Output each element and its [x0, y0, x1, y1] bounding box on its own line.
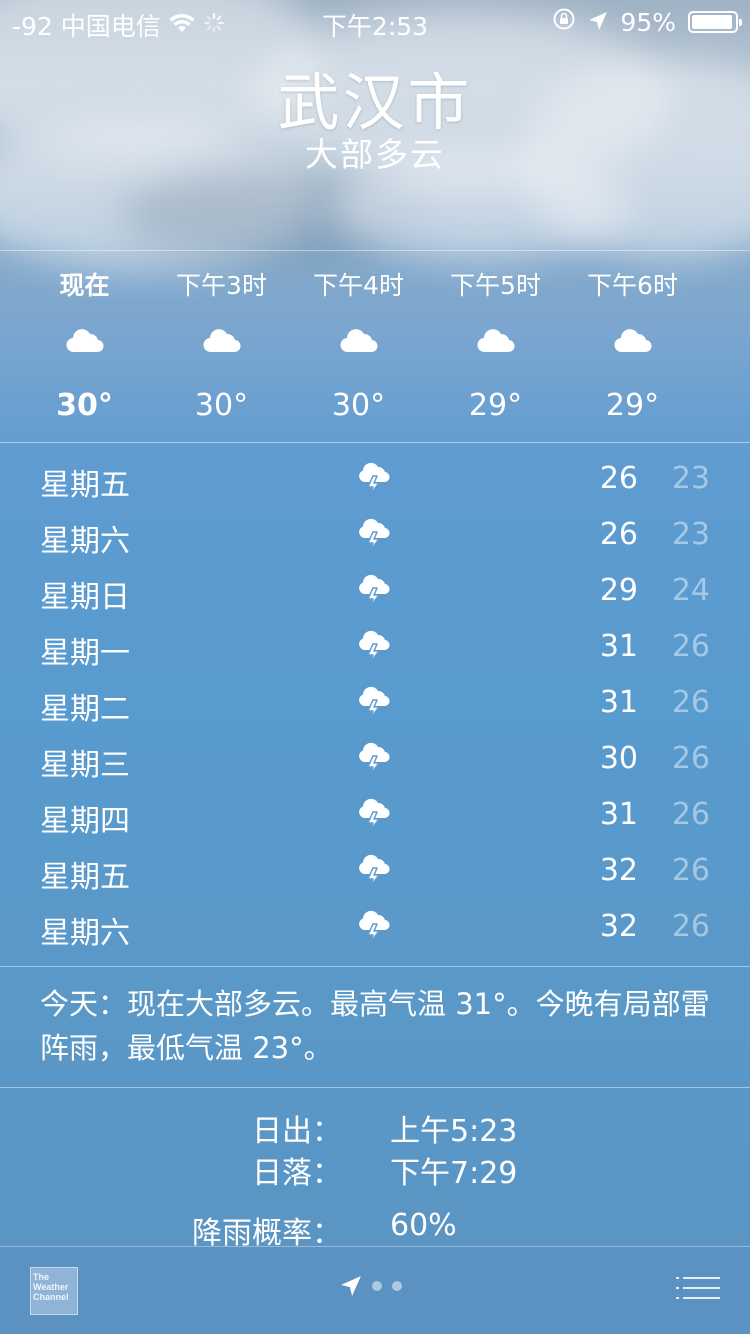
high-temp: 32	[599, 909, 638, 944]
day-name: 星期六	[40, 524, 130, 559]
hour-label: 下	[701, 266, 750, 302]
day-name: 星期五	[40, 468, 130, 503]
hour-label: 下午5时	[450, 271, 541, 300]
hour-temp: 30°	[56, 388, 113, 423]
high-temp: 30	[599, 741, 638, 776]
day-name: 星期六	[40, 916, 130, 951]
hourly-item: 下午3时 30°	[153, 252, 290, 442]
daily-row: 星期日 29 24	[0, 562, 750, 618]
sunset-value: 下午7:29	[390, 1156, 518, 1191]
daily-row: 星期六 26 23	[0, 506, 750, 562]
cloud-icon	[613, 326, 653, 358]
hourly-item: 下午4时 30°	[290, 252, 427, 442]
hourly-forecast[interactable]: 现在30°下午3时30°下午4时30°下午5时29°下午6时29°下2	[0, 252, 750, 442]
low-temp: 26	[671, 685, 710, 720]
divider	[0, 1087, 750, 1088]
low-temp: 26	[671, 629, 710, 664]
high-temp: 31	[599, 797, 638, 832]
low-temp: 26	[671, 853, 710, 888]
thunderstorm-icon	[356, 854, 392, 892]
sunrise-label: 日出：	[252, 1114, 342, 1149]
daily-row: 星期一 31 26	[0, 618, 750, 674]
hour-label: 下午6时	[587, 271, 678, 300]
battery-icon	[688, 11, 742, 33]
high-temp: 29	[599, 573, 638, 608]
day-name: 星期日	[40, 580, 130, 615]
hour-label: 下午4时	[313, 271, 404, 300]
today-summary: 今天：现在大部多云。最高气温 31°。今晚有局部雷阵雨，最低气温 23°。	[40, 987, 710, 1065]
high-temp: 32	[599, 853, 638, 888]
rain-chance-value: 60%	[390, 1208, 457, 1243]
high-temp: 31	[599, 685, 638, 720]
page-dot[interactable]	[372, 1281, 382, 1291]
thunderstorm-icon	[356, 686, 392, 724]
current-location-arrow-icon	[341, 1276, 361, 1296]
thunderstorm-icon	[356, 518, 392, 556]
cloud-icon	[202, 326, 242, 358]
daily-row: 星期二 31 26	[0, 674, 750, 730]
hour-temp: 29°	[468, 388, 523, 423]
high-temp: 26	[599, 461, 638, 496]
battery-percent: 95%	[620, 7, 676, 37]
day-name: 星期四	[40, 804, 130, 839]
hour-temp: 30°	[194, 388, 249, 423]
hourly-item: 下午5时 29°	[427, 252, 564, 442]
divider	[0, 966, 750, 967]
day-name: 星期三	[40, 748, 130, 783]
low-temp: 26	[671, 797, 710, 832]
low-temp: 23	[671, 461, 710, 496]
daily-row: 星期三 30 26	[0, 730, 750, 786]
daily-row: 星期六 32 26	[0, 898, 750, 954]
day-name: 星期二	[40, 692, 130, 727]
low-temp: 26	[671, 909, 710, 944]
sunset-label: 日落：	[252, 1156, 342, 1191]
hourly-item: 下2	[701, 252, 750, 442]
rotation-lock-icon	[552, 7, 576, 37]
location-arrow-icon	[588, 8, 608, 37]
cloud-icon	[339, 326, 379, 358]
thunderstorm-icon	[356, 574, 392, 612]
high-temp: 31	[599, 629, 638, 664]
page-dot[interactable]	[392, 1281, 402, 1291]
hourly-item: 现在 30°	[16, 252, 153, 442]
day-name: 星期五	[40, 860, 130, 895]
weather-channel-logo[interactable]: The Weather Channel	[30, 1267, 78, 1315]
thunderstorm-icon	[356, 798, 392, 836]
low-temp: 24	[671, 573, 710, 608]
bottom-toolbar: The Weather Channel	[0, 1246, 750, 1334]
daily-row: 星期五 26 23	[0, 450, 750, 506]
hour-temp: 2	[701, 388, 750, 423]
daily-row: 星期四 31 26	[0, 786, 750, 842]
thunderstorm-icon	[356, 630, 392, 668]
divider	[0, 442, 750, 443]
thunderstorm-icon	[356, 742, 392, 780]
divider	[0, 250, 750, 251]
current-condition: 大部多云	[305, 135, 445, 174]
hour-temp: 30°	[331, 388, 386, 423]
daily-forecast[interactable]: 星期五 26 23 星期六 26 23 星期日 29 24 星期一 31 26 星期二 31 26 星期三 30…	[0, 450, 750, 954]
day-name: 星期一	[40, 636, 130, 671]
city-list-icon[interactable]	[676, 1275, 720, 1309]
hour-temp: 29°	[605, 388, 660, 423]
daily-row: 星期五 32 26	[0, 842, 750, 898]
low-temp: 23	[671, 517, 710, 552]
battery-fill	[692, 15, 732, 29]
high-temp: 26	[599, 517, 638, 552]
thunderstorm-icon	[356, 910, 392, 948]
thunderstorm-icon	[356, 462, 392, 500]
hourly-item: 下午6时 29°	[564, 252, 701, 442]
page-indicator[interactable]	[340, 1275, 402, 1297]
low-temp: 26	[671, 741, 710, 776]
cloud-icon	[476, 326, 516, 358]
cloud-icon	[65, 326, 105, 358]
sunrise-value: 上午5:23	[390, 1114, 518, 1149]
status-bar: -92 中国电信 下午2:53 95%	[0, 0, 750, 41]
hour-label: 下午3时	[176, 271, 267, 300]
hour-label: 现在	[59, 271, 110, 300]
